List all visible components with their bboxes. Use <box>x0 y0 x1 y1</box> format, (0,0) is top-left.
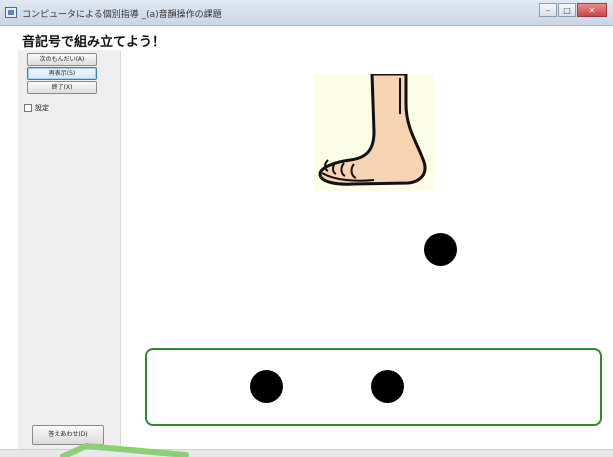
answer-dot[interactable] <box>371 370 404 403</box>
replay-button[interactable]: 再表示(S) <box>27 67 97 80</box>
maximize-button[interactable]: □ <box>558 3 576 17</box>
window-controls: – □ ✕ <box>538 3 607 17</box>
pointer-arrow-icon <box>60 443 189 457</box>
foot-icon <box>318 72 427 186</box>
app-icon <box>5 7 17 18</box>
page-title: 音記号で組み立てよう！ <box>22 35 166 50</box>
settings-checkbox-row[interactable]: 設定 <box>24 103 49 113</box>
close-button[interactable]: ✕ <box>577 3 607 17</box>
minimize-button[interactable]: – <box>539 3 557 17</box>
work-area <box>122 50 613 450</box>
settings-checkbox[interactable] <box>24 104 32 112</box>
window-title: コンピュータによる個別指導 _(a)音韻操作の課題 <box>22 10 222 20</box>
window-titlebar[interactable]: コンピュータによる個別指導 _(a)音韻操作の課題 – □ ✕ <box>0 0 613 26</box>
next-question-button[interactable]: 次のもんだい(A) <box>27 53 97 66</box>
picture-card <box>314 72 433 191</box>
syllable-dot[interactable] <box>424 233 457 266</box>
settings-checkbox-label: 設定 <box>35 104 49 112</box>
answer-box[interactable] <box>145 348 602 426</box>
answer-dot[interactable] <box>250 370 283 403</box>
control-pane: 次のもんだい(A) 再表示(S) 終了(X) 設定 答えあわせ(D) <box>18 50 121 450</box>
exit-button[interactable]: 終了(X) <box>27 81 97 94</box>
